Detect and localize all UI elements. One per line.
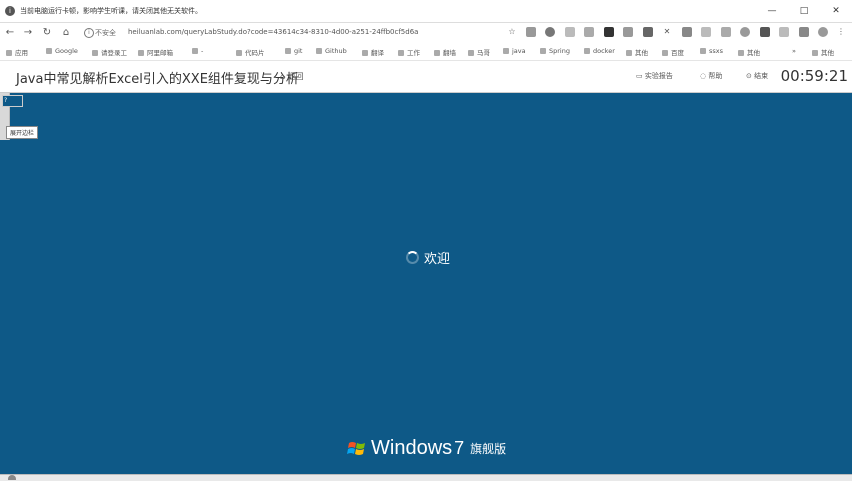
other-bookmarks[interactable]: 其他 bbox=[812, 47, 834, 57]
report-icon: ▭ bbox=[636, 72, 645, 80]
notification-text: 当前电脑运行卡顿，影响学生听课，请关闭其他无关软件。 bbox=[20, 7, 202, 15]
bookmark-item[interactable]: 其他 bbox=[738, 47, 760, 57]
bookmark-item[interactable]: 请登录工 bbox=[92, 47, 127, 57]
windows-name: Windows bbox=[371, 437, 453, 459]
bookmarks-bar: 应用 Google 请登录工 阿里邮箱 - 代码片 git Github 翻译 … bbox=[0, 43, 852, 61]
welcome-text: 欢迎 bbox=[424, 252, 451, 267]
bookmark-item[interactable]: 马哥 bbox=[468, 47, 490, 57]
back-icon: ⌂ bbox=[280, 72, 288, 81]
countdown-timer: 00:59:21 bbox=[780, 67, 848, 85]
home-icon[interactable]: ⌂ bbox=[60, 27, 72, 38]
extension-icon[interactable] bbox=[604, 27, 614, 37]
maximize-button[interactable]: □ bbox=[788, 0, 820, 22]
folder-icon bbox=[434, 50, 440, 56]
loading-spinner-icon bbox=[406, 251, 419, 264]
folder-icon bbox=[662, 50, 668, 56]
folder-icon bbox=[192, 48, 198, 54]
menu-icon[interactable]: ⋮ bbox=[836, 27, 846, 37]
security-label[interactable]: 不安全 bbox=[95, 28, 116, 38]
folder-icon bbox=[468, 50, 474, 56]
tools-icon[interactable]: ✕ bbox=[662, 27, 672, 37]
bookmark-icon bbox=[138, 50, 144, 56]
back-icon[interactable]: ← bbox=[4, 27, 16, 38]
exit-icon: ⊙ bbox=[746, 72, 755, 80]
folder-icon bbox=[285, 48, 291, 54]
forward-icon[interactable]: → bbox=[22, 27, 34, 38]
bookmark-item[interactable]: ssxs bbox=[700, 47, 723, 55]
folder-icon bbox=[540, 48, 546, 54]
welcome-status: 欢迎 bbox=[406, 248, 450, 267]
address-bar: ← → ↻ ⌂ i 不安全 heiluanlab.com/queryLabStu… bbox=[0, 23, 852, 42]
apps-icon bbox=[6, 50, 12, 56]
folder-icon bbox=[362, 50, 368, 56]
folder-icon bbox=[812, 50, 818, 56]
bookmark-item[interactable]: 其他 bbox=[626, 47, 648, 57]
bookmark-item[interactable]: java bbox=[503, 47, 526, 55]
bookmark-icon bbox=[92, 50, 98, 56]
folder-icon bbox=[626, 50, 632, 56]
bookmark-item[interactable]: 代码片 bbox=[236, 47, 265, 57]
bookmark-item[interactable]: 工作 bbox=[398, 47, 420, 57]
windows-edition: 旗舰版 bbox=[470, 442, 507, 456]
bookmark-item[interactable]: 翻译 bbox=[362, 47, 384, 57]
extension-icon[interactable] bbox=[565, 27, 575, 37]
folder-icon bbox=[584, 48, 590, 54]
extension-icon[interactable] bbox=[799, 27, 809, 37]
bookmark-item[interactable]: 阿里邮箱 bbox=[138, 47, 173, 57]
sidebar-tooltip: 展开边栏 bbox=[6, 126, 39, 139]
back-button[interactable]: ⌂ 返回 bbox=[280, 71, 304, 82]
folder-icon bbox=[738, 50, 744, 56]
windows-brand: Windows 7 旗舰版 bbox=[347, 437, 506, 460]
lab-header: Java中常见解析Excel引入的XXE组件复现与分析 ⌂ 返回 ▭ 实验报告 … bbox=[0, 61, 852, 93]
page-title: Java中常见解析Excel引入的XXE组件复现与分析 bbox=[16, 72, 299, 87]
extension-icon[interactable] bbox=[760, 27, 770, 37]
close-button[interactable]: ✕ bbox=[820, 0, 852, 22]
extension-icon[interactable] bbox=[545, 27, 555, 37]
extension-icon[interactable] bbox=[584, 27, 594, 37]
extension-icon[interactable] bbox=[643, 27, 653, 37]
star-icon[interactable]: ☆ bbox=[507, 27, 517, 37]
extension-icon[interactable] bbox=[701, 27, 711, 37]
bookmark-item[interactable]: Spring bbox=[540, 47, 570, 55]
folder-icon bbox=[236, 50, 242, 56]
remote-desktop[interactable]: ? 展开边栏 欢迎 Windows 7 旗舰版 bbox=[0, 93, 852, 474]
extension-icon[interactable] bbox=[623, 27, 633, 37]
minimize-button[interactable]: — bbox=[756, 0, 788, 22]
exit-button[interactable]: ⊙ 结束 bbox=[746, 71, 768, 81]
windows-logo-icon bbox=[347, 441, 365, 455]
bookmark-item[interactable]: 翻墙 bbox=[434, 47, 456, 57]
more-bookmarks-icon[interactable]: » bbox=[792, 47, 796, 55]
help-button[interactable]: ◌ 帮助 bbox=[700, 71, 722, 81]
folder-icon bbox=[398, 50, 404, 56]
lab-report-button[interactable]: ▭ 实验报告 bbox=[636, 71, 673, 81]
windows-version: 7 bbox=[454, 438, 465, 458]
bookmark-item[interactable]: Github bbox=[316, 47, 347, 55]
not-secure-icon[interactable]: i bbox=[84, 28, 94, 38]
info-icon: i bbox=[5, 6, 15, 16]
reload-icon[interactable]: ↻ bbox=[41, 27, 53, 38]
profile-icon[interactable] bbox=[818, 27, 828, 37]
notification-bar: i 当前电脑运行卡顿，影响学生听课，请关闭其他无关软件。 — □ ✕ bbox=[0, 0, 852, 23]
scroll-handle[interactable] bbox=[8, 475, 16, 480]
folder-icon bbox=[316, 48, 322, 54]
folder-icon bbox=[503, 48, 509, 54]
extension-icon[interactable] bbox=[721, 27, 731, 37]
bookmark-item[interactable]: Google bbox=[46, 47, 78, 55]
extension-icon[interactable] bbox=[740, 27, 750, 37]
bookmark-item[interactable]: 百度 bbox=[662, 47, 684, 57]
window-controls: — □ ✕ bbox=[756, 0, 852, 22]
extension-icon[interactable] bbox=[526, 27, 536, 37]
bookmark-item[interactable]: docker bbox=[584, 47, 615, 55]
bookmark-item[interactable]: git bbox=[285, 47, 302, 55]
url-input[interactable]: heiluanlab.com/queryLabStudy.do?code=436… bbox=[128, 28, 418, 36]
desktop-tab[interactable]: ? bbox=[2, 95, 23, 107]
extension-icon[interactable] bbox=[779, 27, 789, 37]
google-icon bbox=[46, 48, 52, 54]
folder-icon bbox=[700, 48, 706, 54]
bookmark-item[interactable]: 应用 bbox=[6, 47, 28, 57]
extension-icon[interactable] bbox=[682, 27, 692, 37]
bookmark-item[interactable]: - bbox=[192, 47, 203, 55]
